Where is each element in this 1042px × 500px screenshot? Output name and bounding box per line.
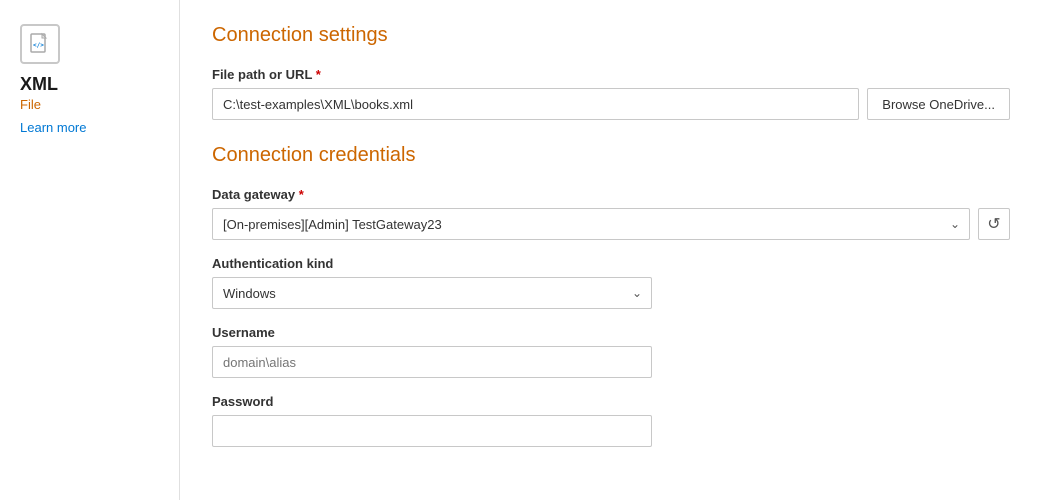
password-label: Password bbox=[212, 394, 1010, 409]
data-gateway-group: Data gateway * [On-premises][Admin] Test… bbox=[212, 187, 1010, 240]
username-group: Username bbox=[212, 325, 1010, 378]
xml-icon-svg: </> bbox=[28, 32, 52, 56]
data-gateway-select-wrapper: [On-premises][Admin] TestGateway23 ⌄ bbox=[212, 208, 970, 240]
learn-more-link[interactable]: Learn more bbox=[20, 120, 86, 135]
password-group: Password bbox=[212, 394, 1010, 447]
auth-kind-select[interactable]: Windows bbox=[212, 277, 652, 309]
xml-file-icon: </> bbox=[20, 24, 60, 64]
data-gateway-row: [On-premises][Admin] TestGateway23 ⌄ ↺ bbox=[212, 208, 1010, 240]
sidebar: </> XML File Learn more bbox=[0, 0, 180, 500]
data-gateway-label-text: Data gateway bbox=[212, 187, 295, 202]
file-path-row: Browse OneDrive... bbox=[212, 88, 1010, 120]
refresh-button[interactable]: ↺ bbox=[978, 208, 1010, 240]
refresh-icon: ↺ bbox=[987, 214, 1000, 234]
connection-credentials-section: Connection credentials Data gateway * [O… bbox=[212, 144, 1010, 447]
browse-onedrive-button[interactable]: Browse OneDrive... bbox=[867, 88, 1010, 120]
file-path-input[interactable] bbox=[212, 88, 859, 120]
connection-settings-title: Connection settings bbox=[212, 24, 1010, 47]
password-input[interactable] bbox=[212, 415, 652, 447]
required-star-gateway: * bbox=[295, 187, 304, 202]
connection-settings-section: Connection settings File path or URL * B… bbox=[212, 24, 1010, 120]
sidebar-subtitle: File bbox=[20, 97, 41, 112]
required-star-filepath: * bbox=[312, 67, 321, 82]
data-gateway-label: Data gateway * bbox=[212, 187, 1010, 202]
main-content: Connection settings File path or URL * B… bbox=[180, 0, 1042, 500]
username-input[interactable] bbox=[212, 346, 652, 378]
username-label: Username bbox=[212, 325, 1010, 340]
file-path-group: File path or URL * Browse OneDrive... bbox=[212, 67, 1010, 120]
auth-kind-label: Authentication kind bbox=[212, 256, 1010, 271]
auth-kind-group: Authentication kind Windows ⌄ bbox=[212, 256, 1010, 309]
file-path-label-text: File path or URL bbox=[212, 67, 312, 82]
auth-kind-select-wrapper: Windows ⌄ bbox=[212, 277, 652, 309]
file-path-label: File path or URL * bbox=[212, 67, 1010, 82]
connection-credentials-title: Connection credentials bbox=[212, 144, 1010, 167]
data-gateway-select[interactable]: [On-premises][Admin] TestGateway23 bbox=[212, 208, 970, 240]
sidebar-title: XML bbox=[20, 74, 58, 95]
svg-text:</>: </> bbox=[33, 42, 44, 49]
